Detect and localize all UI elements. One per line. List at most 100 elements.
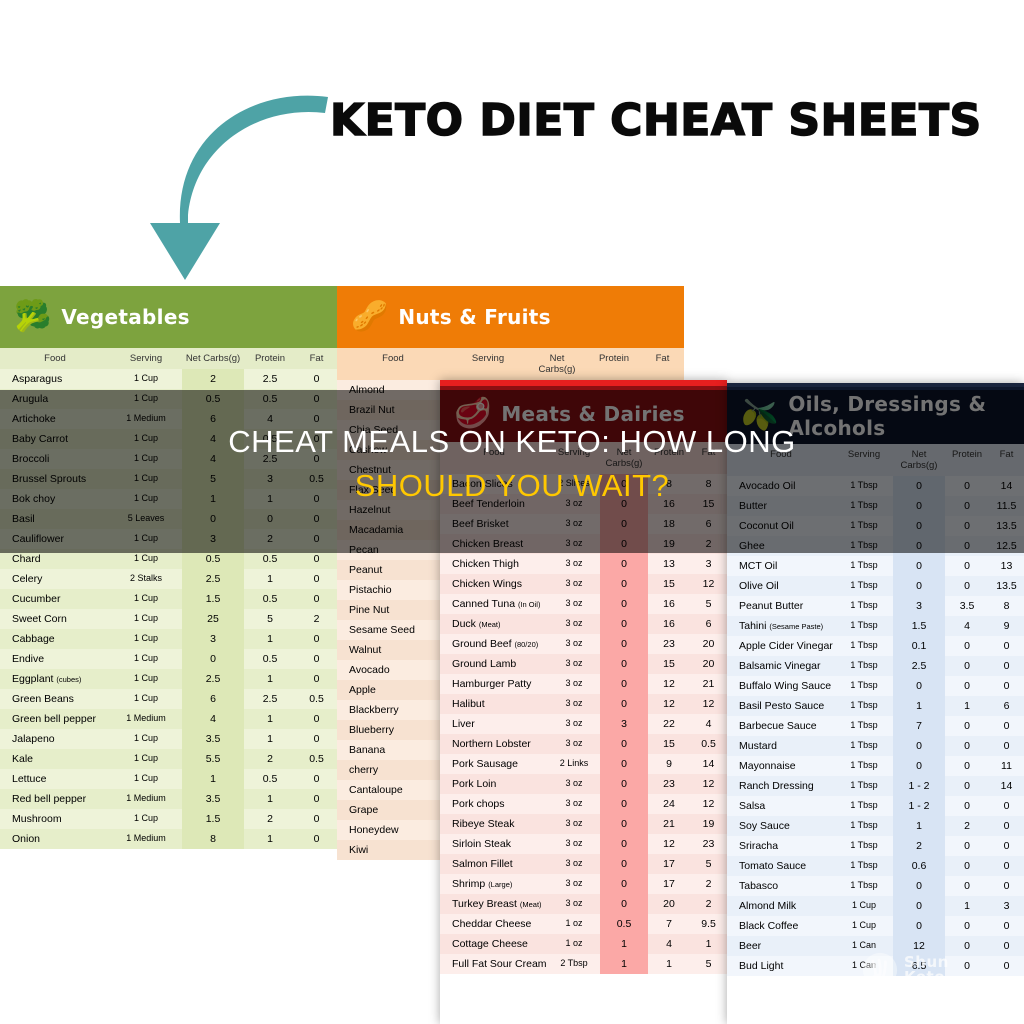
cell-serving: 1 Cup (110, 669, 182, 689)
cell-serving: 1 Tbsp (835, 876, 893, 896)
cell-serving: 1 Tbsp (835, 796, 893, 816)
cell-serving: 1 Cup (835, 916, 893, 936)
cell-protein: 0 (945, 916, 989, 936)
cell-net-carbs: 1 (600, 934, 648, 954)
cell-protein: 1 (648, 954, 690, 974)
cell-fat: 20 (690, 654, 727, 674)
cell-food: Jalapeno (0, 729, 110, 749)
caption-block: CHEAT MEALS ON KETO: HOW LONG SHOULD YOU… (0, 420, 1024, 508)
cell-food: Ground Beef (80/20) (440, 634, 548, 654)
cell-serving: 1 Tbsp (835, 596, 893, 616)
cell-food: Full Fat Sour Cream (440, 954, 548, 974)
cell-food: Chicken Wings (440, 574, 548, 594)
cell-fat: 20 (690, 634, 727, 654)
cell-protein: 9 (648, 754, 690, 774)
cell-food: Pork Loin (440, 774, 548, 794)
cell-food: Hamburger Patty (440, 674, 548, 694)
cell-food: Apple Cider Vinegar (727, 636, 835, 656)
cell-food: Honeydew (337, 820, 449, 840)
cell-fat: 8 (989, 596, 1024, 616)
cell-food: Pecan (337, 540, 449, 560)
cell-net-carbs: 6 (182, 689, 244, 709)
cell-serving: 1 Tbsp (835, 536, 893, 556)
cell-fat: 13.5 (989, 576, 1024, 596)
cell-net-carbs: 1 - 2 (893, 796, 945, 816)
cell-protein: 22 (648, 714, 690, 734)
cell-protein: 4 (648, 934, 690, 954)
cell-serving: 3 oz (548, 714, 600, 734)
cell-serving: 1 Tbsp (835, 696, 893, 716)
cell-net-carbs: 0 (600, 634, 648, 654)
cell-fat: 12 (690, 774, 727, 794)
cell-food: MCT Oil (727, 556, 835, 576)
watermark-line-2: Keto (904, 968, 946, 986)
cell-food-note: (Large) (488, 880, 513, 889)
cell-protein: 4 (945, 616, 989, 636)
col-serving: Serving (129, 353, 163, 364)
cell-food: Macadamia (337, 520, 449, 540)
cell-food: Northern Lobster (440, 734, 548, 754)
cell-food: Mushroom (0, 809, 110, 829)
cell-protein: 2 (244, 749, 296, 769)
cell-food: Halibut (440, 694, 548, 714)
cell-protein: 1 (945, 696, 989, 716)
cell-net-carbs: 0 (893, 896, 945, 916)
cell-fat: 0 (989, 836, 1024, 856)
panel-header-vegetables: 🥦 Vegetables (0, 286, 337, 348)
table-body-oils: Avocado Oil 1 Tbsp 0 0 14 Butter 1 Tbsp 0 0 11.5 C… (727, 476, 1024, 976)
cell-serving: 2 Stalks (110, 569, 182, 589)
col-serving: Serving (471, 353, 505, 364)
cell-fat: 0 (296, 529, 337, 549)
cell-fat: 0.5 (296, 749, 337, 769)
cell-food: Basil (0, 509, 110, 529)
cell-protein: 7 (648, 914, 690, 934)
cell-serving: 1 Cup (110, 689, 182, 709)
cell-food: Barbecue Sauce (727, 716, 835, 736)
cell-net-carbs: 0 (600, 654, 648, 674)
watermark: Shun Keto (862, 952, 949, 988)
cell-fat: 0 (296, 649, 337, 669)
cell-food: Chicken Breast (440, 534, 548, 554)
cell-protein: 1 (244, 669, 296, 689)
cell-net-carbs: 0 (600, 594, 648, 614)
cell-net-carbs: 0 (893, 916, 945, 936)
cell-food: Peanut Butter (727, 596, 835, 616)
cell-serving: 3 oz (548, 514, 600, 534)
cell-food: Soy Sauce (727, 816, 835, 836)
cell-food: Cantaloupe (337, 780, 449, 800)
col-protein: Protein (598, 353, 630, 364)
cell-food: Buffalo Wing Sauce (727, 676, 835, 696)
cell-food: Tahini (Sesame Paste) (727, 616, 835, 636)
caption-line-2: SHOULD YOU WAIT? (354, 468, 670, 503)
cell-food: Olive Oil (727, 576, 835, 596)
cell-net-carbs: 8 (182, 829, 244, 849)
panel-header-nuts-fruits: 🥜 Nuts & Fruits (337, 286, 684, 348)
cell-fat: 14 (690, 754, 727, 774)
cell-food: Pistachio (337, 580, 449, 600)
cell-net-carbs: 0 (600, 774, 648, 794)
cell-net-carbs: 0 (600, 574, 648, 594)
cell-net-carbs: 0 (600, 874, 648, 894)
cell-food: Brazil Nut (337, 400, 449, 420)
cell-serving: 3 oz (548, 834, 600, 854)
cell-fat: 5 (690, 854, 727, 874)
cell-net-carbs: 0.1 (893, 636, 945, 656)
cell-net-carbs: 3.5 (182, 789, 244, 809)
cell-food-note: (Meat) (478, 620, 501, 629)
cell-protein: 0 (945, 716, 989, 736)
cell-food: Cabbage (0, 629, 110, 649)
cell-food: Blackberry (337, 700, 449, 720)
cell-fat: 0 (989, 636, 1024, 656)
cell-food: Cheddar Cheese (440, 914, 548, 934)
cell-food: Chard (0, 549, 110, 569)
cell-serving: 3 oz (548, 554, 600, 574)
cell-serving: 3 oz (548, 534, 600, 554)
cell-protein: 16 (648, 614, 690, 634)
cell-fat: 0 (296, 369, 337, 389)
cell-net-carbs: 1 (600, 954, 648, 974)
cell-protein: 0 (945, 576, 989, 596)
cell-serving: 3 oz (548, 694, 600, 714)
cell-serving: 1 Cup (110, 629, 182, 649)
cell-serving: 2 Tbsp (548, 954, 600, 974)
cell-net-carbs: 0 (600, 614, 648, 634)
